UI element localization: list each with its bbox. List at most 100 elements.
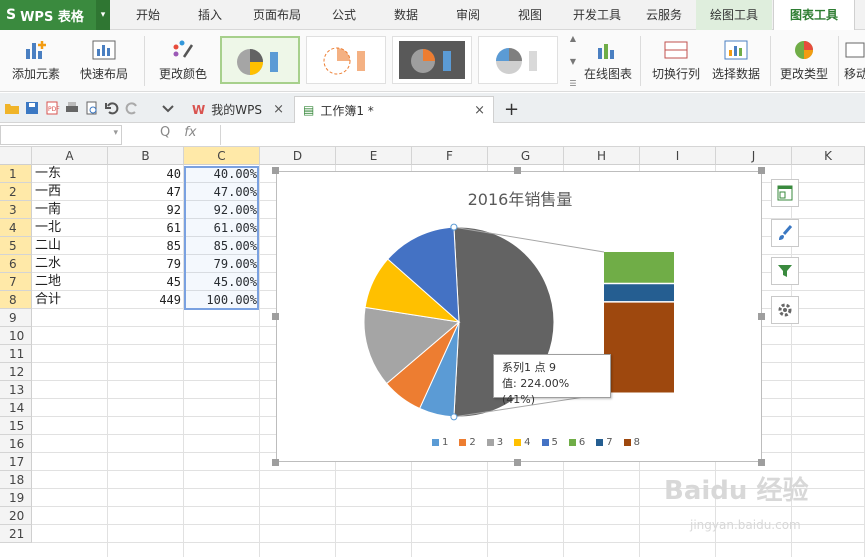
row-header[interactable]: 8 <box>0 291 32 309</box>
row-header[interactable]: 21 <box>0 525 32 543</box>
add-element-button[interactable]: 添加元素 <box>6 34 66 88</box>
column-header-d[interactable]: D <box>260 147 336 165</box>
selection-handle[interactable] <box>450 413 458 421</box>
column-header-k[interactable]: K <box>792 147 865 165</box>
chart-legend[interactable]: 1 2 3 4 5 6 7 8 <box>432 437 640 448</box>
legend-item[interactable]: 8 <box>623 437 640 448</box>
save-icon[interactable] <box>24 100 40 116</box>
name-box[interactable]: ▾ <box>0 125 122 145</box>
row-header[interactable]: 10 <box>0 327 32 345</box>
formula-input[interactable] <box>220 125 865 145</box>
chart-style-4[interactable] <box>478 36 558 84</box>
select-all-corner[interactable] <box>0 147 32 165</box>
row-header[interactable]: 20 <box>0 507 32 525</box>
row-header[interactable]: 12 <box>0 363 32 381</box>
tab-chart-tools[interactable]: 图表工具 <box>773 0 855 30</box>
chart-style-2[interactable] <box>306 36 386 84</box>
row-header[interactable]: 14 <box>0 399 32 417</box>
column-header-c[interactable]: C <box>184 147 260 165</box>
chart-settings-button[interactable] <box>771 296 799 324</box>
column-header-f[interactable]: F <box>412 147 488 165</box>
column-header-g[interactable]: G <box>488 147 564 165</box>
quick-layout-button[interactable]: 快速布局 <box>74 34 134 88</box>
cell-a[interactable]: 合计 <box>32 291 108 309</box>
row-header[interactable]: 3 <box>0 201 32 219</box>
resize-handle[interactable] <box>758 313 765 320</box>
cell-b[interactable]: 61 <box>108 219 184 237</box>
bar-segment-6[interactable] <box>604 252 674 283</box>
row-header[interactable]: 13 <box>0 381 32 399</box>
row-header[interactable]: 4 <box>0 219 32 237</box>
resize-handle[interactable] <box>272 459 279 466</box>
chevron-down-icon[interactable]: ▾ <box>113 128 118 138</box>
chart-style-1[interactable] <box>220 36 300 84</box>
legend-item[interactable]: 6 <box>568 437 585 448</box>
column-header-j[interactable]: J <box>716 147 792 165</box>
resize-handle[interactable] <box>514 459 521 466</box>
new-tab-button[interactable]: + <box>496 96 522 123</box>
tab-cloud[interactable]: 云服务 <box>634 0 694 30</box>
app-menu-button[interactable]: S WPS 表格 ▾ <box>0 0 110 30</box>
row-header[interactable]: 11 <box>0 345 32 363</box>
column-header-b[interactable]: B <box>108 147 184 165</box>
column-header-h[interactable]: H <box>564 147 640 165</box>
cell-b[interactable]: 79 <box>108 255 184 273</box>
cell-b[interactable]: 92 <box>108 201 184 219</box>
tab-developer[interactable]: 开发工具 <box>564 0 630 30</box>
tab-data[interactable]: 数据 <box>378 0 434 30</box>
print-preview-icon[interactable] <box>84 100 100 116</box>
chart-style-button[interactable] <box>771 219 799 247</box>
chevron-up-icon[interactable]: ▲ <box>570 34 576 43</box>
open-folder-icon[interactable] <box>4 100 20 116</box>
row-header[interactable]: 18 <box>0 471 32 489</box>
row-header[interactable]: 6 <box>0 255 32 273</box>
cell-a[interactable]: 二地 <box>32 273 108 291</box>
tab-review[interactable]: 审阅 <box>440 0 496 30</box>
tab-view[interactable]: 视图 <box>502 0 558 30</box>
resize-handle[interactable] <box>272 167 279 174</box>
tab-drawing-tools[interactable]: 绘图工具 <box>696 0 772 30</box>
chart-filter-button[interactable] <box>771 257 799 285</box>
cell-a[interactable]: 一北 <box>32 219 108 237</box>
legend-item[interactable]: 1 <box>432 437 448 448</box>
redo-icon[interactable] <box>124 100 140 116</box>
move-chart-button[interactable]: 移动 <box>844 34 865 88</box>
column-header-a[interactable]: A <box>32 147 108 165</box>
row-header[interactable]: 16 <box>0 435 32 453</box>
gallery-scrollbar[interactable]: ▲ ▼ ☰ <box>567 34 579 88</box>
row-header[interactable]: 1 <box>0 165 32 183</box>
change-color-button[interactable]: 更改颜色 <box>152 34 214 88</box>
tab-insert[interactable]: 插入 <box>182 0 238 30</box>
resize-handle[interactable] <box>758 459 765 466</box>
chart-style-3[interactable] <box>392 36 472 84</box>
cell-b[interactable]: 45 <box>108 273 184 291</box>
resize-handle[interactable] <box>758 167 765 174</box>
legend-item[interactable]: 3 <box>486 437 503 448</box>
fx-icon[interactable]: fx <box>184 125 196 140</box>
row-header[interactable]: 2 <box>0 183 32 201</box>
cell-a[interactable]: 二山 <box>32 237 108 255</box>
chevron-down-icon[interactable]: ▼ <box>570 57 576 66</box>
cell-a[interactable]: 一南 <box>32 201 108 219</box>
cell-b[interactable]: 85 <box>108 237 184 255</box>
legend-item[interactable]: 5 <box>541 437 558 448</box>
zoom-icon[interactable]: Q <box>160 125 170 140</box>
row-header[interactable]: 5 <box>0 237 32 255</box>
legend-item[interactable]: 4 <box>514 437 531 448</box>
undo-icon[interactable] <box>104 100 120 116</box>
chevron-down-icon[interactable]: ▾ <box>96 0 110 30</box>
tab-formulas[interactable]: 公式 <box>316 0 372 30</box>
tab-home[interactable]: 开始 <box>120 0 176 30</box>
tab-page-layout[interactable]: 页面布局 <box>244 0 310 30</box>
switch-row-col-button[interactable]: 切换行列 <box>648 34 704 88</box>
chart-elements-button[interactable] <box>771 179 799 207</box>
cell-b[interactable]: 40 <box>108 165 184 183</box>
row-header[interactable]: 19 <box>0 489 32 507</box>
column-header-e[interactable]: E <box>336 147 412 165</box>
customize-toolbar-icon[interactable] <box>160 100 176 116</box>
bar-segment-8[interactable] <box>604 302 674 393</box>
cell-a[interactable]: 一东 <box>32 165 108 183</box>
resize-handle[interactable] <box>514 167 521 174</box>
legend-item[interactable]: 7 <box>596 437 613 448</box>
pie-chart[interactable] <box>277 172 763 463</box>
